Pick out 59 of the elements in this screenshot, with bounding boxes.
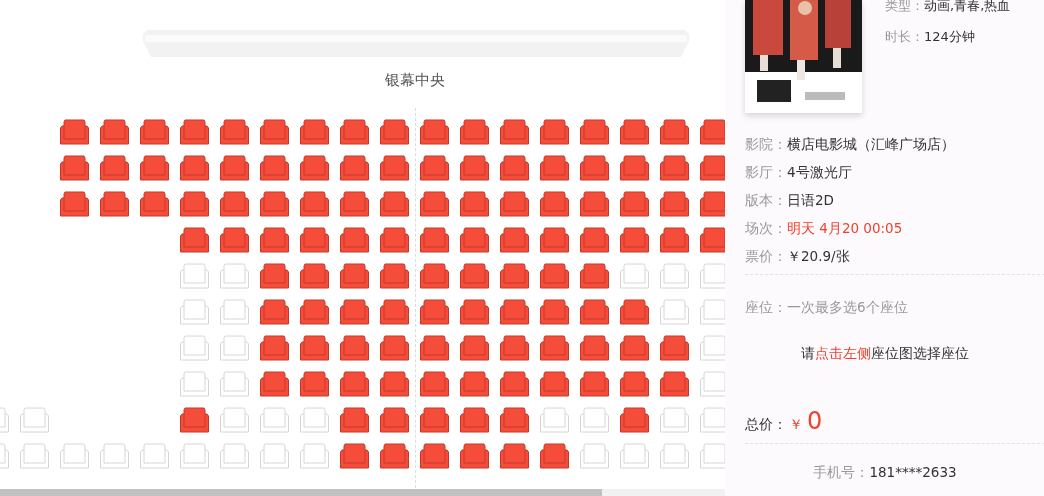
seat-icon[interactable] [660, 263, 689, 289]
detail-value: 日语2D [787, 192, 834, 208]
seat-icon[interactable] [220, 263, 249, 289]
seat-icon[interactable] [580, 407, 609, 433]
phone-label: 手机号： [813, 464, 870, 480]
seat-icon[interactable] [700, 263, 725, 289]
seat-icon[interactable] [620, 443, 649, 469]
seat-icon[interactable] [300, 407, 329, 433]
seat-icon[interactable] [260, 407, 289, 433]
seat-icon[interactable] [660, 299, 689, 325]
seat-icon[interactable] [140, 443, 169, 469]
seat-icon[interactable] [660, 443, 689, 469]
seat-icon[interactable] [20, 443, 49, 469]
detail-label: 影院： [745, 136, 787, 152]
currency-sign: ￥ [789, 416, 803, 434]
seat-icon[interactable] [180, 263, 209, 289]
detail-value: 横店电影城（汇峰广场店） [787, 136, 955, 152]
seat-icon[interactable] [580, 443, 609, 469]
detail-label: 版本： [745, 192, 787, 208]
seat-icon[interactable] [60, 443, 89, 469]
seat-icon[interactable] [700, 443, 725, 469]
seat-icon[interactable] [620, 263, 649, 289]
info-label: 时长： [885, 29, 924, 44]
info-value: 动画,青春,热血 [924, 0, 1011, 13]
seat-icon[interactable] [220, 443, 249, 469]
total-amount: 0 [807, 407, 823, 435]
info-label: 类型： [885, 0, 924, 13]
total-label: 总价： [745, 416, 787, 434]
seat-icon[interactable] [220, 335, 249, 361]
scrollbar[interactable] [0, 489, 725, 496]
seat-icon[interactable] [660, 407, 689, 433]
seat-icon[interactable] [220, 299, 249, 325]
seat-icon[interactable] [180, 335, 209, 361]
seat-icon[interactable] [180, 371, 209, 397]
seat-icon[interactable] [700, 371, 725, 397]
seat-limit-note: 一次最多选6个座位 [787, 299, 908, 315]
seat-icon[interactable] [180, 443, 209, 469]
detail-value: ￥20.9/张 [787, 248, 850, 264]
detail-value: 明天 4月20 00:05 [787, 220, 903, 236]
seat-icon[interactable] [300, 443, 329, 469]
detail-label: 影厅： [745, 164, 787, 180]
seat-icon[interactable] [700, 299, 725, 325]
seat-icon[interactable] [100, 443, 129, 469]
seat-icon[interactable] [700, 335, 725, 361]
seat-icon[interactable] [260, 443, 289, 469]
select-seat-prompt: 请点击左侧座位图选择座位 [800, 344, 970, 363]
seat-icon[interactable] [220, 371, 249, 397]
detail-label: 场次： [745, 220, 787, 236]
seat-icon[interactable] [180, 299, 209, 325]
seat-label: 座位： [745, 299, 787, 315]
phone-number: 181****2633 [869, 464, 957, 480]
screen-label: 银幕中央 [384, 70, 446, 91]
seat-icon[interactable] [700, 407, 725, 433]
info-value: 124分钟 [924, 29, 975, 44]
seat-icon[interactable] [220, 407, 249, 433]
detail-value: 4号激光厅 [787, 164, 852, 180]
detail-label: 票价： [745, 248, 787, 264]
seat-icon[interactable] [20, 407, 49, 433]
seat-icon[interactable] [540, 407, 569, 433]
